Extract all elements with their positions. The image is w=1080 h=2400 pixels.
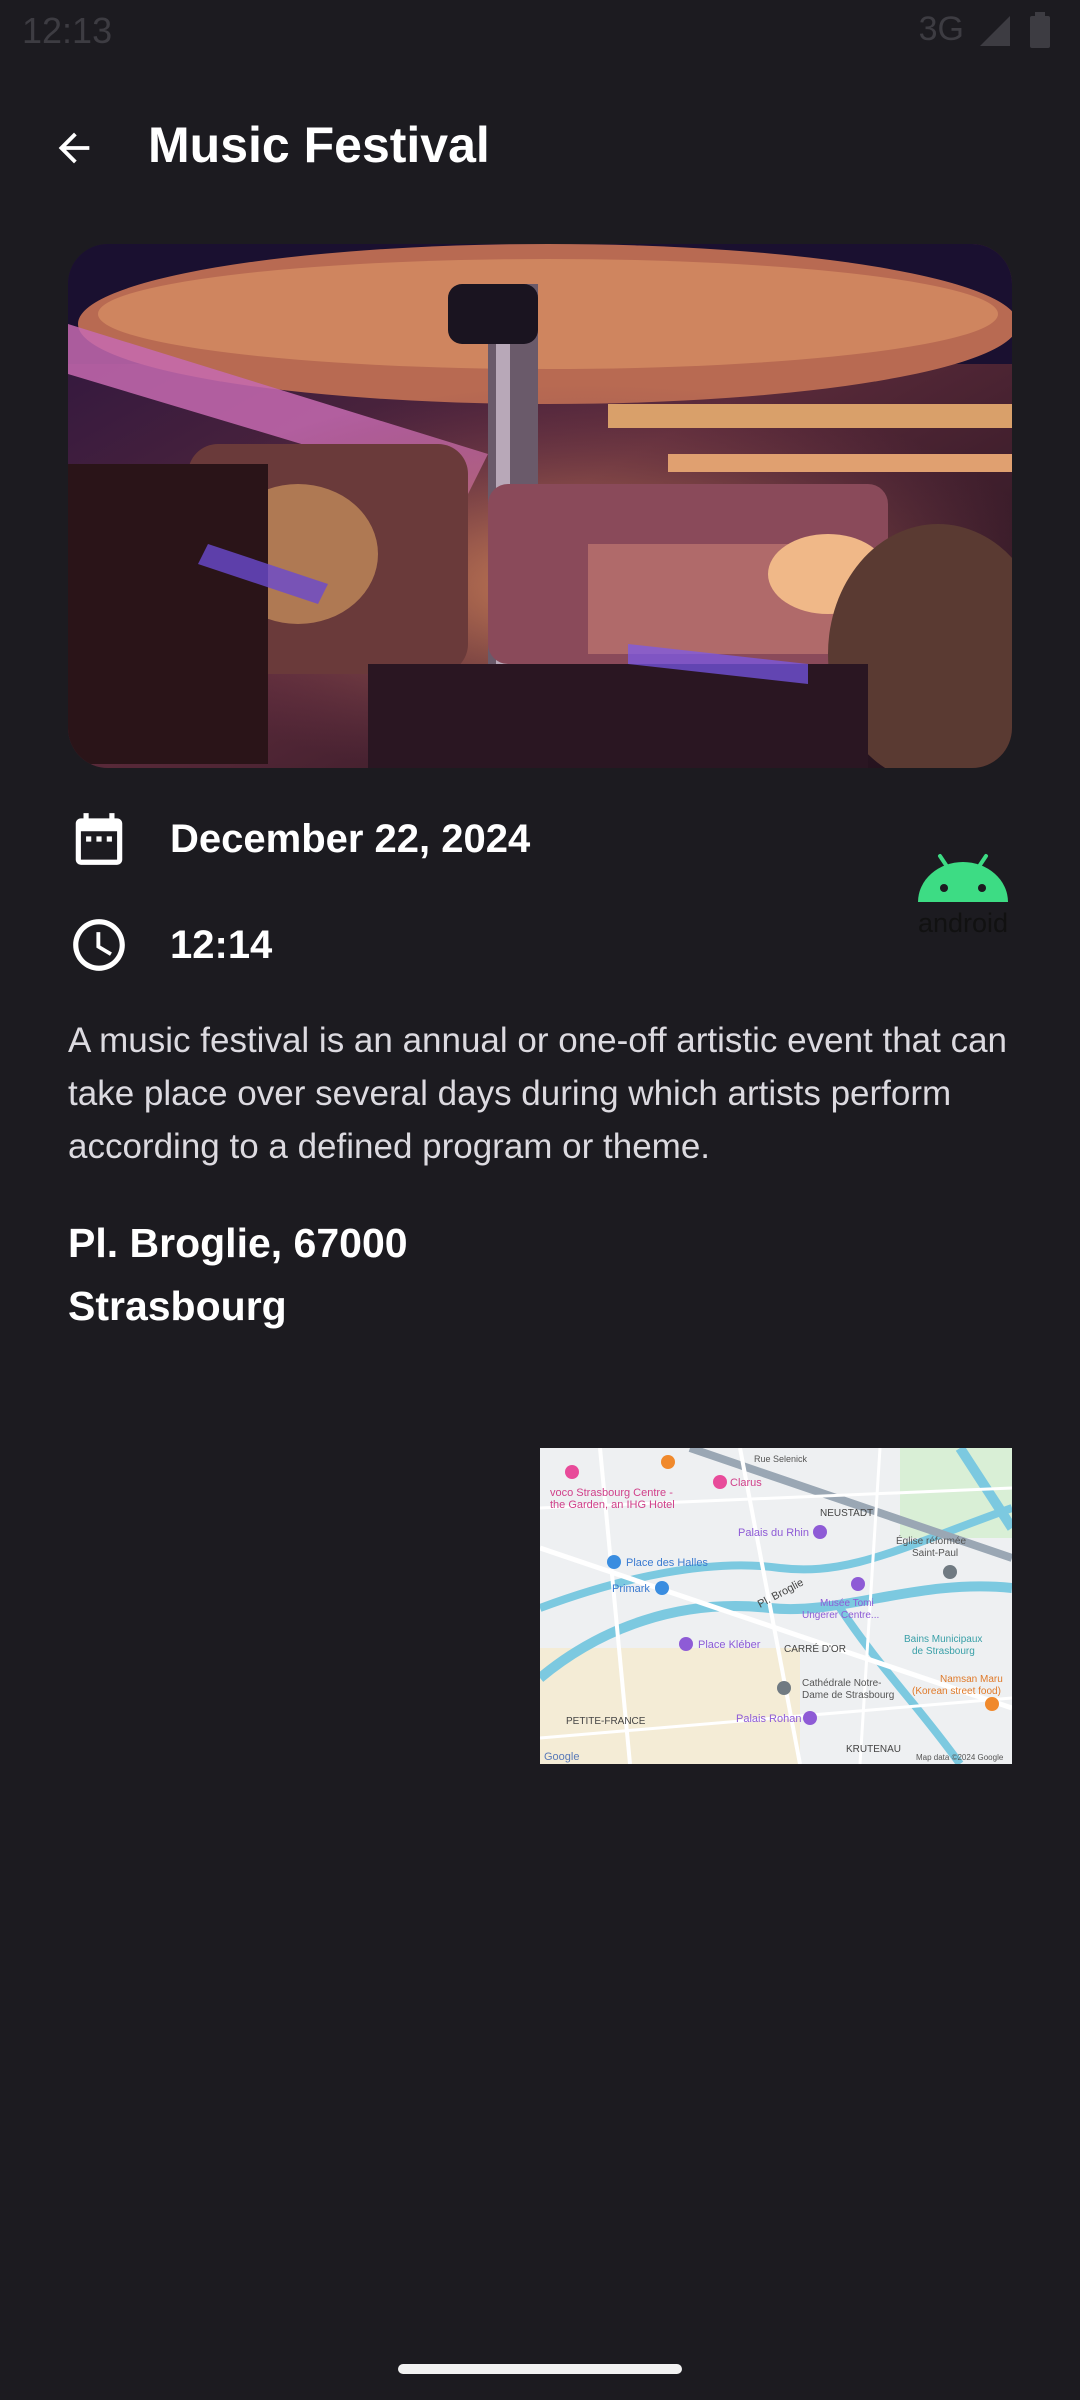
map-label: KRUTENAU xyxy=(846,1744,901,1755)
page-title: Music Festival xyxy=(148,117,490,173)
map-label: Dame de Strasbourg xyxy=(802,1690,894,1701)
android-logo-text: android xyxy=(918,908,1008,936)
map-label: the Garden, an IHG Hotel xyxy=(550,1499,675,1511)
android-logo: android xyxy=(918,854,1008,936)
map-label: Ungerer Centre... xyxy=(802,1610,879,1621)
map-label: Église réformée xyxy=(896,1534,966,1547)
map-label: (Korean street food) xyxy=(912,1686,1001,1697)
date-row: December 22, 2024 xyxy=(68,808,530,870)
battery-icon xyxy=(1030,12,1050,48)
status-time: 12:13 xyxy=(22,10,113,51)
map-label: Palais Rohan xyxy=(736,1713,801,1725)
map-label: Place des Halles xyxy=(626,1557,708,1569)
app-bar: Music Festival xyxy=(0,90,1080,200)
map-label: Cathédrale Notre- xyxy=(802,1678,881,1689)
map-label: Google xyxy=(544,1751,579,1763)
back-button[interactable] xyxy=(36,110,112,186)
map-label: Namsan Maru xyxy=(940,1674,1003,1685)
event-description: A music festival is an annual or one-off… xyxy=(68,1021,1008,1166)
map-label: CARRÉ D'OR xyxy=(784,1642,846,1655)
map-label: Primark xyxy=(612,1583,650,1595)
event-date: December 22, 2024 xyxy=(170,816,531,861)
map-label: Rue Selenick xyxy=(754,1454,808,1464)
address-line-1: Pl. Broglie, 67000 xyxy=(68,1220,408,1266)
map-label: Saint-Paul xyxy=(912,1548,958,1559)
map-label: NEUSTADT xyxy=(820,1508,873,1519)
address-line-2: Strasbourg xyxy=(68,1283,287,1329)
event-time: 12:14 xyxy=(170,922,273,967)
signal-icon xyxy=(980,16,1010,46)
network-type: 3G xyxy=(918,10,964,48)
clock-icon xyxy=(73,919,125,971)
home-indicator[interactable] xyxy=(398,2364,682,2374)
map-label: Bains Municipaux xyxy=(904,1634,982,1645)
arrow-back-icon xyxy=(58,132,90,164)
map-label: Clarus xyxy=(730,1477,762,1489)
map-label: Musée Tomi xyxy=(820,1598,874,1609)
map-label: PETITE-FRANCE xyxy=(566,1716,646,1727)
map-label: de Strasbourg xyxy=(912,1646,975,1657)
time-row: 12:14 xyxy=(68,914,272,976)
map-label: Palais du Rhin xyxy=(738,1527,809,1539)
map-label: Map data ©2024 Google xyxy=(916,1753,1004,1762)
location-map[interactable]: Rue Selenick voco Strasbourg Centre - th… xyxy=(540,1448,1012,1764)
event-address: Pl. Broglie, 67000 Strasbourg xyxy=(68,1212,768,1338)
event-image xyxy=(68,244,1012,768)
status-bar: 12:13 3G xyxy=(0,0,1080,64)
map-label: Place Kléber xyxy=(698,1639,761,1651)
calendar-icon xyxy=(75,813,123,865)
map-label: voco Strasbourg Centre - xyxy=(550,1487,673,1499)
